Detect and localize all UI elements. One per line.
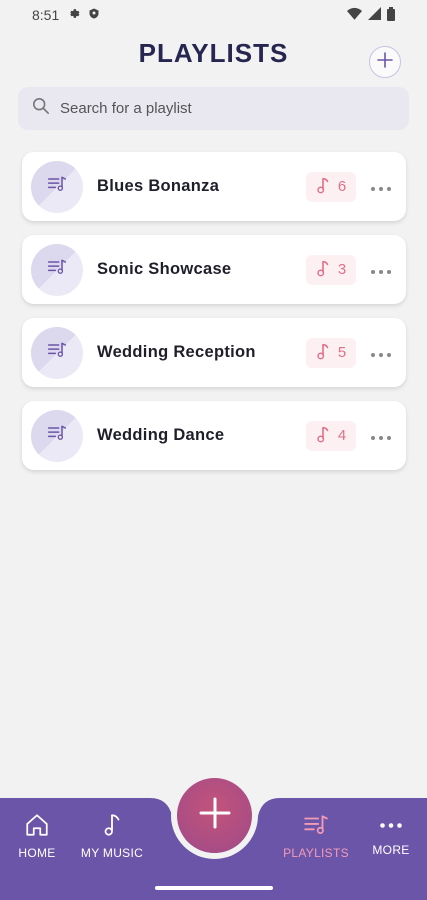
more-options-button[interactable]	[370, 343, 392, 363]
playlist-icon	[47, 340, 67, 365]
plus-icon	[198, 796, 232, 835]
nav-item-playlists[interactable]: PLAYLISTS	[276, 812, 356, 860]
more-icon	[371, 261, 391, 279]
header: PLAYLISTS	[0, 36, 427, 78]
search-input[interactable]	[58, 99, 392, 118]
status-left: 8:51	[32, 7, 100, 23]
playlist-thumbnail	[31, 243, 83, 296]
music-note-icon	[316, 176, 330, 198]
more-icon	[380, 812, 402, 838]
playlist-card[interactable]: Blues Bonanza 6	[22, 152, 406, 221]
status-right	[347, 6, 395, 24]
nav-label-home: HOME	[18, 846, 56, 860]
more-icon	[371, 344, 391, 362]
playlist-name: Wedding Dance	[97, 426, 225, 444]
track-count: 5	[337, 344, 347, 361]
home-icon	[24, 812, 50, 841]
playlist-name: Blues Bonanza	[97, 177, 220, 195]
nav-item-home[interactable]: HOME	[0, 812, 77, 860]
shield-icon	[88, 7, 100, 23]
signal-icon	[368, 7, 381, 23]
playlist-list: Blues Bonanza 6 Sonic Showcase 3 Wedding…	[22, 152, 406, 484]
music-note-icon	[316, 425, 330, 447]
add-fab-button[interactable]	[177, 778, 252, 853]
home-indicator	[155, 886, 273, 890]
more-icon	[371, 178, 391, 196]
playlist-thumbnail	[31, 160, 83, 213]
playlist-card[interactable]: Sonic Showcase 3	[22, 235, 406, 304]
track-count-badge: 6	[306, 171, 356, 202]
search-box[interactable]	[18, 87, 409, 130]
playlist-icon	[303, 812, 329, 841]
playlist-name: Sonic Showcase	[97, 260, 232, 278]
music-note-icon	[316, 259, 330, 281]
plus-icon	[377, 51, 393, 73]
track-count-badge: 3	[306, 254, 356, 285]
search-icon	[32, 97, 50, 120]
playlist-name: Wedding Reception	[97, 343, 256, 361]
playlist-card[interactable]: Wedding Reception 5	[22, 318, 406, 387]
music-note-icon	[99, 812, 125, 841]
track-count-badge: 4	[306, 420, 356, 451]
playlist-icon	[47, 257, 67, 282]
status-bar: 8:51	[0, 0, 427, 30]
nav-label-more: MORE	[372, 843, 410, 857]
playlist-card[interactable]: Wedding Dance 4	[22, 401, 406, 470]
page-title: PLAYLISTS	[138, 38, 289, 68]
more-options-button[interactable]	[370, 177, 392, 197]
nav-label-playlists: PLAYLISTS	[283, 846, 349, 860]
track-count: 3	[337, 261, 347, 278]
track-count: 4	[337, 427, 347, 444]
nav-item-more[interactable]: MORE	[351, 812, 427, 857]
playlist-icon	[47, 423, 67, 448]
gear-icon	[67, 7, 80, 23]
more-icon	[371, 427, 391, 445]
nav-item-my-music[interactable]: MY MUSIC	[72, 812, 152, 860]
music-note-icon	[316, 342, 330, 364]
playlist-thumbnail	[31, 326, 83, 379]
track-count-badge: 5	[306, 337, 356, 368]
nav-label-my-music: MY MUSIC	[80, 846, 144, 860]
bottom-nav: HOME MY MUSIC PLAYLISTS MORE	[0, 778, 427, 900]
add-playlist-button[interactable]	[369, 46, 401, 78]
battery-icon	[387, 6, 395, 24]
more-options-button[interactable]	[370, 260, 392, 280]
more-options-button[interactable]	[370, 426, 392, 446]
status-time: 8:51	[32, 7, 60, 23]
track-count: 6	[337, 178, 347, 195]
playlist-icon	[47, 174, 67, 199]
wifi-icon	[347, 7, 362, 23]
playlist-thumbnail	[31, 409, 83, 462]
